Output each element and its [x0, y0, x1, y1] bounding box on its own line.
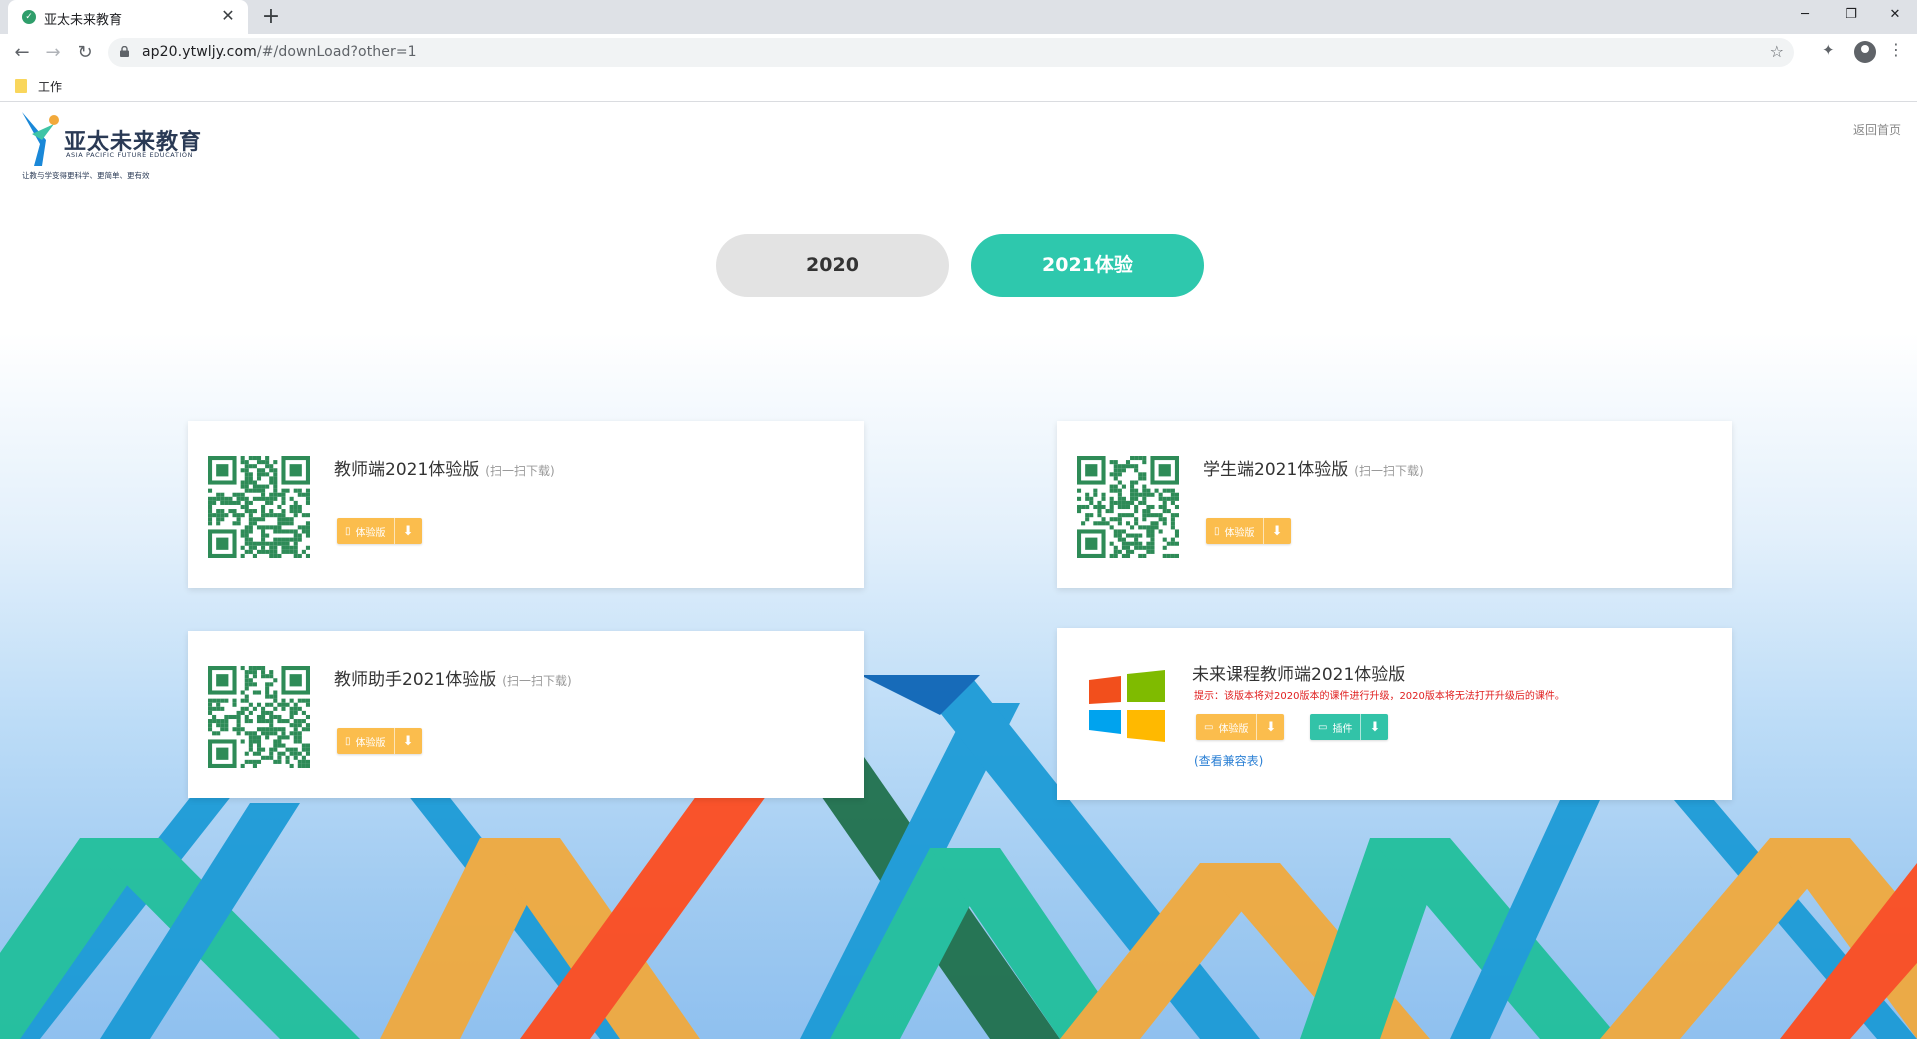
download-page: 亚太未来教育 ASIA PACIFIC FUTURE EDUCATION 让教与…	[0, 103, 1917, 1039]
reload-icon[interactable]: ↻	[72, 40, 98, 66]
logo-slogan: 让教与学变得更科学、更简单、更有效	[22, 171, 150, 180]
window-restore-button[interactable]: ❐	[1828, 0, 1874, 30]
upgrade-notice: 提示：该版本将对2020版本的课件进行升级，2020版本将无法打开升级后的课件。	[1194, 691, 1565, 702]
logo-mark-icon	[22, 112, 59, 166]
phone-icon: ▯	[345, 735, 351, 747]
phone-icon: ▯	[345, 525, 351, 537]
year-tab-2021[interactable]: 2021体验	[971, 234, 1204, 297]
card-title-text: 学生端2021体验版	[1203, 460, 1349, 480]
url-path: /#/downLoad?other=1	[256, 44, 417, 60]
browser-menu-icon[interactable]: ⋮	[1888, 40, 1904, 59]
download-arrow-icon: ⬇	[1262, 518, 1291, 544]
card-desktop-windows: 未来课程教师端2021体验版 提示：该版本将对2020版本的课件进行升级，202…	[1057, 628, 1732, 800]
qr-code-icon	[208, 456, 310, 558]
bookmark-folder-label[interactable]: 工作	[38, 78, 62, 95]
year-tab-2020[interactable]: 2020	[716, 234, 949, 297]
bookmarks-bar: 工作	[0, 70, 1917, 102]
download-button[interactable]: ▯ 体验版 ⬇	[337, 728, 422, 754]
card-title: 未来课程教师端2021体验版	[1192, 665, 1406, 685]
address-bar[interactable]: ap20.ytwljy.com/#/downLoad?other=1 ☆	[108, 38, 1794, 67]
back-arrow-icon[interactable]: ←	[9, 40, 35, 66]
download-arrow-icon: ⬇	[1256, 714, 1284, 740]
card-student: 学生端2021体验版 (扫一扫下载) ▯ 体验版 ⬇	[1057, 421, 1732, 588]
card-title: 学生端2021体验版 (扫一扫下载)	[1203, 455, 1424, 480]
card-teacher-assistant: 教师助手2021体验版 (扫一扫下载) ▯ 体验版 ⬇	[188, 631, 864, 798]
site-logo[interactable]: 亚太未来教育 ASIA PACIFIC FUTURE EDUCATION 让教与…	[20, 106, 201, 184]
phone-icon: ▯	[1214, 525, 1220, 537]
trial-download-button[interactable]: ▭ 体验版 ⬇	[1196, 714, 1285, 740]
download-button-label: 体验版	[355, 527, 386, 539]
back-home-link[interactable]: 返回首页	[1853, 121, 1901, 138]
browser-tab-bar: ✓ 亚太未来教育 ✕ + ─ ❐ ✕	[0, 0, 1917, 34]
download-button-label: 体验版	[355, 737, 386, 749]
windows-logo-icon	[1089, 670, 1165, 742]
window-minimize-button[interactable]: ─	[1782, 0, 1828, 30]
download-arrow-icon: ⬇	[1360, 714, 1388, 740]
bookmark-folder-icon[interactable]	[15, 79, 27, 93]
card-teacher: 教师端2021体验版 (扫一扫下载) ▯ 体验版 ⬇	[188, 421, 864, 588]
scan-hint: (扫一扫下载)	[1354, 464, 1424, 478]
download-button-label: 插件	[1332, 723, 1353, 735]
url-text: ap20.ytwljy.com/#/downLoad?other=1	[142, 44, 417, 60]
card-title-text: 教师助手2021体验版	[334, 670, 497, 690]
download-button-label: 体验版	[1224, 527, 1255, 539]
forward-arrow-icon[interactable]: →	[40, 40, 66, 66]
bookmark-star-icon[interactable]: ☆	[1770, 42, 1784, 61]
tab-title: 亚太未来教育	[44, 13, 123, 28]
qr-code-icon	[208, 666, 310, 768]
download-button-label: 体验版	[1218, 723, 1249, 735]
card-title-text: 教师端2021体验版	[334, 460, 480, 480]
browser-toolbar: ← → ↻ ap20.ytwljy.com/#/downLoad?other=1…	[0, 34, 1917, 70]
card-title: 教师助手2021体验版 (扫一扫下载)	[334, 665, 572, 690]
extensions-puzzle-icon[interactable]: ✦	[1822, 41, 1835, 59]
download-button[interactable]: ▯ 体验版 ⬇	[1206, 518, 1291, 544]
logo-english-name: ASIA PACIFIC FUTURE EDUCATION	[66, 151, 194, 159]
browser-tab[interactable]: ✓ 亚太未来教育 ✕	[8, 0, 248, 34]
monitor-icon: ▭	[1204, 721, 1214, 733]
download-arrow-icon: ⬇	[393, 728, 422, 754]
url-host: ap20.ytwljy.com	[142, 44, 257, 60]
lock-icon	[120, 46, 129, 57]
site-favicon-icon: ✓	[22, 10, 36, 24]
scan-hint: (扫一扫下载)	[502, 674, 572, 688]
profile-avatar-icon[interactable]	[1854, 41, 1876, 63]
tab-close-icon[interactable]: ✕	[218, 6, 238, 26]
window-close-button[interactable]: ✕	[1872, 0, 1917, 30]
new-tab-button[interactable]: +	[258, 4, 284, 30]
qr-code-icon	[1077, 456, 1179, 558]
monitor-icon: ▭	[1318, 721, 1328, 733]
card-title: 教师端2021体验版 (扫一扫下载)	[334, 455, 555, 480]
download-button[interactable]: ▯ 体验版 ⬇	[337, 518, 422, 544]
download-arrow-icon: ⬇	[393, 518, 422, 544]
scan-hint: (扫一扫下载)	[485, 464, 555, 478]
plugin-download-button[interactable]: ▭ 插件 ⬇	[1310, 714, 1389, 740]
compatibility-table-link[interactable]: (查看兼容表)	[1194, 752, 1263, 769]
